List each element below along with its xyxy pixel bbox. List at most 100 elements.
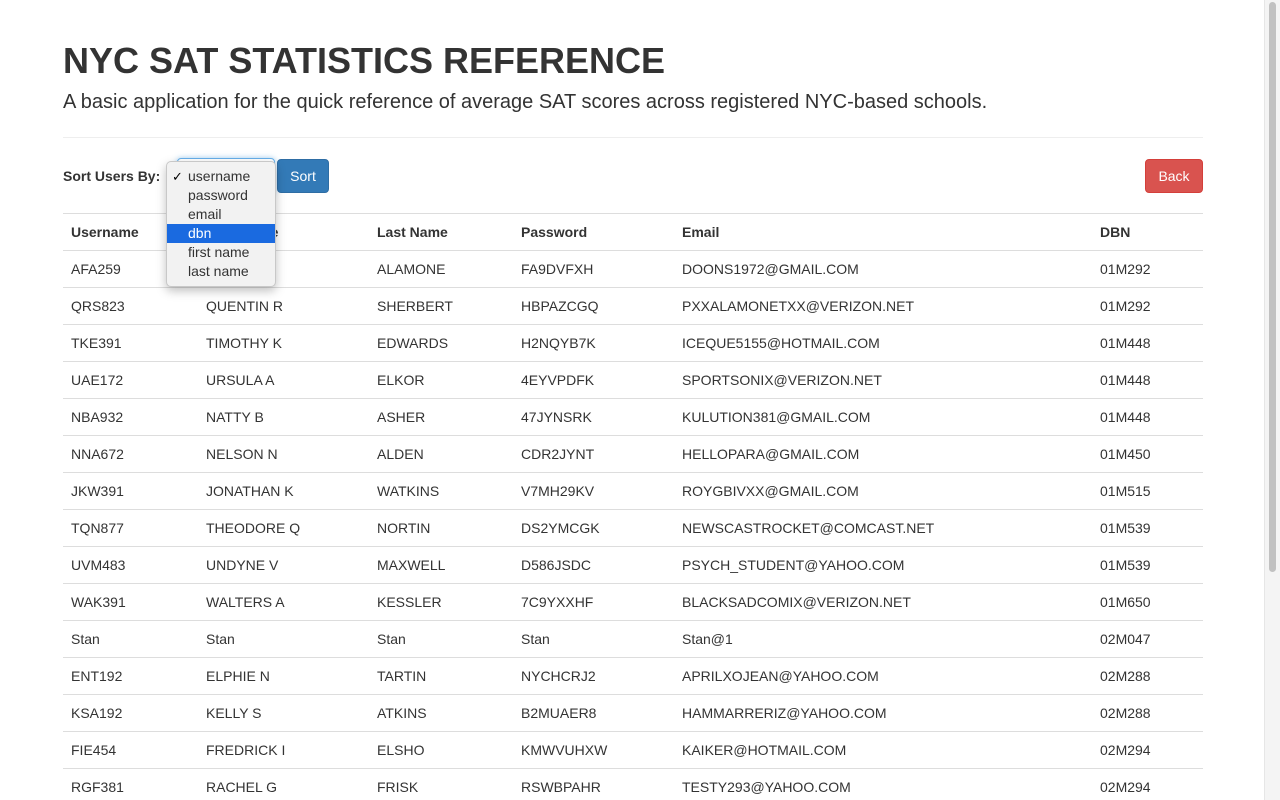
sort-option-dbn[interactable]: dbn	[167, 224, 275, 243]
cell-first-name: NELSON N	[198, 435, 369, 473]
cell-last-name: ASHER	[369, 398, 513, 436]
column-header-dbn[interactable]: DBN	[1092, 213, 1203, 251]
cell-last-name: NORTIN	[369, 509, 513, 547]
cell-dbn: 01M539	[1092, 509, 1203, 547]
cell-first-name: QUENTIN R	[198, 287, 369, 325]
vertical-scrollbar[interactable]	[1264, 0, 1280, 800]
cell-first-name: Stan	[198, 620, 369, 658]
sort-option-label: first name	[188, 244, 250, 260]
cell-last-name: ALAMONE	[369, 250, 513, 288]
cell-dbn: 01M292	[1092, 287, 1203, 325]
sort-button[interactable]: Sort	[277, 159, 329, 193]
cell-password: Stan	[513, 620, 674, 658]
cell-email: SPORTSONIX@VERIZON.NET	[674, 361, 1092, 399]
cell-last-name: WATKINS	[369, 472, 513, 510]
cell-dbn: 01M539	[1092, 546, 1203, 584]
cell-username: UVM483	[63, 546, 198, 584]
cell-username: FIE454	[63, 731, 198, 769]
cell-dbn: 02M294	[1092, 731, 1203, 769]
column-header-email[interactable]: Email	[674, 213, 1092, 251]
sort-option-label: dbn	[188, 225, 212, 241]
cell-dbn: 01M650	[1092, 583, 1203, 621]
cell-last-name: KESSLER	[369, 583, 513, 621]
cell-username: TQN877	[63, 509, 198, 547]
sort-option-password[interactable]: password	[167, 186, 275, 205]
cell-email: HELLOPARA@GMAIL.COM	[674, 435, 1092, 473]
sort-options-dropdown[interactable]: ✓ username password email dbn first name last …	[166, 161, 276, 287]
cell-last-name: TARTIN	[369, 657, 513, 695]
cell-username: ENT192	[63, 657, 198, 695]
cell-email: Stan@1	[674, 620, 1092, 658]
cell-first-name: RACHEL G	[198, 768, 369, 800]
cell-username: NNA672	[63, 435, 198, 473]
cell-first-name: UNDYNE V	[198, 546, 369, 584]
header-divider	[63, 137, 1203, 138]
cell-username: JKW391	[63, 472, 198, 510]
sort-option-email[interactable]: email	[167, 205, 275, 224]
sort-label: Sort Users By:	[63, 168, 161, 184]
cell-email: BLACKSADCOMIX@VERIZON.NET	[674, 583, 1092, 621]
cell-username: RGF381	[63, 768, 198, 800]
cell-last-name: ALDEN	[369, 435, 513, 473]
scrollbar-thumb[interactable]	[1269, 2, 1276, 572]
table-body: AFA259 ALAMONE FA9DVFXH DOONS1972@GMAIL.COM…	[63, 250, 1203, 800]
cell-password: HBPAZCGQ	[513, 287, 674, 325]
cell-last-name: SHERBERT	[369, 287, 513, 325]
cell-password: 47JYNSRK	[513, 398, 674, 436]
cell-last-name: ELKOR	[369, 361, 513, 399]
table-row: ENT192 ELPHIE N TARTIN NYCHCRJ2 APRILXOJEAN@…	[63, 657, 1203, 695]
cell-dbn: 02M288	[1092, 694, 1203, 732]
cell-first-name: THEODORE Q	[198, 509, 369, 547]
cell-last-name: Stan	[369, 620, 513, 658]
cell-password: CDR2JYNT	[513, 435, 674, 473]
table-row: NNA672 NELSON N ALDEN CDR2JYNT HELLOPARA@GMA…	[63, 435, 1203, 473]
column-header-password[interactable]: Password	[513, 213, 674, 251]
cell-dbn: 01M448	[1092, 398, 1203, 436]
sort-option-last-name[interactable]: last name	[167, 262, 275, 281]
cell-first-name: FREDRICK I	[198, 731, 369, 769]
page-subtitle: A basic application for the quick refere…	[63, 91, 988, 113]
cell-password: 7C9YXXHF	[513, 583, 674, 621]
sort-option-label: email	[188, 206, 222, 222]
cell-dbn: 02M294	[1092, 768, 1203, 800]
column-header-last-name[interactable]: Last Name	[369, 213, 513, 251]
table-row: UVM483 UNDYNE V MAXWELL D586JSDC PSYCH_STUDE…	[63, 546, 1203, 584]
cell-last-name: EDWARDS	[369, 324, 513, 362]
table-row: FIE454 FREDRICK I ELSHO KMWVUHXW KAIKER@HOTM…	[63, 731, 1203, 769]
cell-email: ROYGBIVXX@GMAIL.COM	[674, 472, 1092, 510]
cell-username: Stan	[63, 620, 198, 658]
table-row: RGF381 RACHEL G FRISK RSWBPAHR TESTY293@YAHO…	[63, 768, 1203, 800]
cell-email: NEWSCASTROCKET@COMCAST.NET	[674, 509, 1092, 547]
table-row: JKW391 JONATHAN K WATKINS V7MH29KV ROYGBIVXX…	[63, 472, 1203, 510]
table-row: TQN877 THEODORE Q NORTIN DS2YMCGK NEWSCASTRO…	[63, 509, 1203, 547]
sort-option-label: last name	[188, 263, 249, 279]
cell-last-name: ATKINS	[369, 694, 513, 732]
sort-option-username[interactable]: ✓ username	[167, 167, 275, 186]
cell-first-name: WALTERS A	[198, 583, 369, 621]
table-row: KSA192 KELLY S ATKINS B2MUAER8 HAMMARRERIZ@Y…	[63, 694, 1203, 732]
table-row: TKE391 TIMOTHY K EDWARDS H2NQYB7K ICEQUE5155…	[63, 324, 1203, 362]
sort-option-first-name[interactable]: first name	[167, 243, 275, 262]
cell-password: D586JSDC	[513, 546, 674, 584]
cell-email: ICEQUE5155@HOTMAIL.COM	[674, 324, 1092, 362]
table-row: NBA932 NATTY B ASHER 47JYNSRK KULUTION381@GM…	[63, 398, 1203, 436]
sort-option-label: password	[188, 187, 248, 203]
cell-dbn: 01M292	[1092, 250, 1203, 288]
cell-email: DOONS1972@GMAIL.COM	[674, 250, 1092, 288]
cell-first-name: ELPHIE N	[198, 657, 369, 695]
cell-email: PSYCH_STUDENT@YAHOO.COM	[674, 546, 1092, 584]
cell-password: H2NQYB7K	[513, 324, 674, 362]
cell-last-name: MAXWELL	[369, 546, 513, 584]
cell-first-name: NATTY B	[198, 398, 369, 436]
cell-password: B2MUAER8	[513, 694, 674, 732]
cell-username: KSA192	[63, 694, 198, 732]
cell-password: DS2YMCGK	[513, 509, 674, 547]
cell-email: HAMMARRERIZ@YAHOO.COM	[674, 694, 1092, 732]
page-title: NYC SAT STATISTICS REFERENCE	[63, 40, 666, 81]
cell-username: WAK391	[63, 583, 198, 621]
cell-email: TESTY293@YAHOO.COM	[674, 768, 1092, 800]
cell-password: KMWVUHXW	[513, 731, 674, 769]
cell-username: QRS823	[63, 287, 198, 325]
page: NYC SAT STATISTICS REFERENCE A basic app…	[0, 0, 1280, 800]
back-button[interactable]: Back	[1145, 159, 1203, 193]
